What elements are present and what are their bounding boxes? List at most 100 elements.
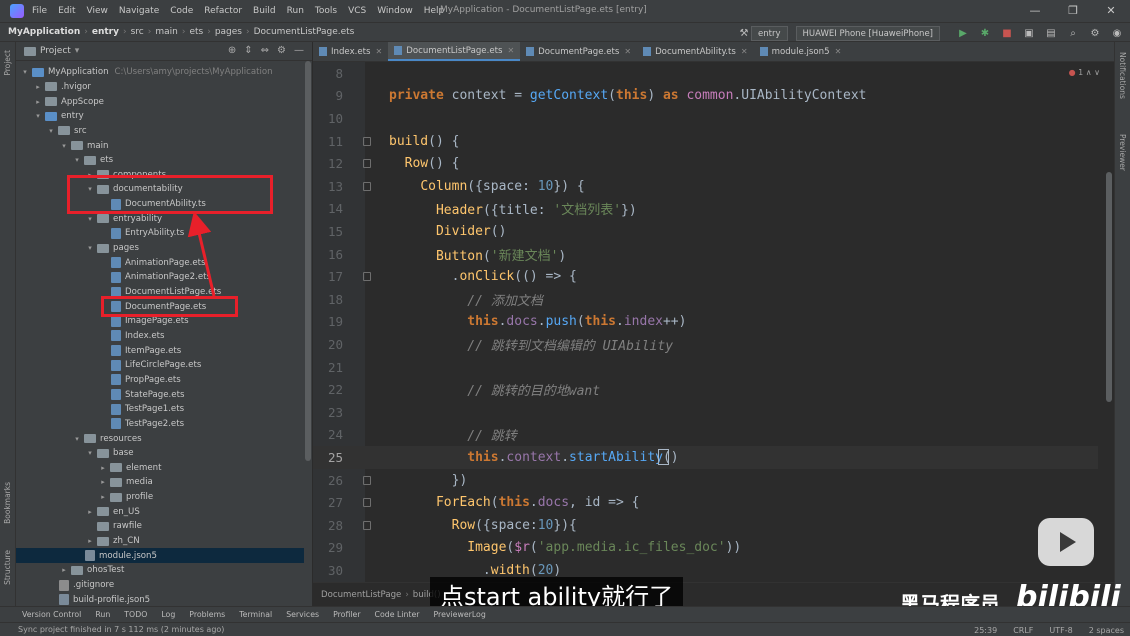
code-line[interactable]: 11 build() { [313,130,1098,153]
chevron-down-icon[interactable]: ▾ [85,215,95,223]
code-line[interactable]: 27 ForEach(this.docs, id => { [313,491,1098,514]
chevron-right-icon[interactable]: ▸ [98,464,108,472]
breadcrumb-item[interactable]: main [155,27,178,37]
tree-item[interactable]: ▸LifeCirclePage.ets [16,358,304,373]
code-line[interactable]: 9 private context = getContext(this) as c… [313,85,1098,108]
code-line[interactable]: 17 .onClick(() => { [313,265,1098,288]
chevron-right-icon[interactable]: ▸ [98,478,108,486]
tree-item[interactable]: ▸build-profile.json5 [16,592,304,605]
strip-project[interactable]: Project [3,50,12,76]
tree-item[interactable]: ▸rawfile [16,519,304,534]
code-line[interactable]: 26 }) [313,469,1098,492]
close-icon[interactable]: ✕ [835,47,842,56]
tree-item[interactable]: ▾ main [16,138,304,153]
chevron-right-icon[interactable]: ▸ [85,537,95,545]
chevron-right-icon[interactable]: ▸ [59,566,69,574]
account-icon[interactable]: ◉ [1110,26,1124,40]
menu-navigate[interactable]: Navigate [119,6,159,16]
tree-item[interactable]: ▸ element [16,461,304,476]
tree-item[interactable]: ▾ base [16,446,304,461]
chevron-right-icon[interactable]: ▸ [33,98,43,106]
menu-vcs[interactable]: VCS [348,6,366,16]
tool-previewerlog[interactable]: PreviewerLog [433,610,485,619]
fold-marker-icon[interactable] [363,159,371,169]
tree-item[interactable]: ▸ItemPage.ets [16,343,304,358]
menu-window[interactable]: Window [377,6,413,16]
tool-problems[interactable]: Problems [189,610,225,619]
debug-icon[interactable]: ✱ [978,26,992,40]
breadcrumb-item[interactable]: pages [215,27,242,37]
tree-item[interactable]: ▾ ets [16,153,304,168]
tool-services[interactable]: Services [286,610,319,619]
chevron-right-icon[interactable]: ▸ [33,83,43,91]
hide-icon[interactable]: — [294,45,304,56]
tree-item[interactable]: ▾ resources [16,431,304,446]
code-line[interactable]: 21 [313,356,1098,379]
chevron-down-icon[interactable]: ▾ [20,68,30,76]
gear-icon[interactable]: ⚙ [277,45,286,56]
tool-version-control[interactable]: Version Control [22,610,81,619]
stop-icon[interactable]: ■ [1000,26,1014,40]
tree-item[interactable]: ▸StatePage.ets [16,387,304,402]
fold-marker-icon[interactable] [363,521,371,530]
run-icon[interactable]: ▶ [956,26,970,40]
menu-code[interactable]: Code [170,6,193,16]
code-line[interactable]: 23 [313,401,1098,424]
tool-run[interactable]: Run [95,610,110,619]
tab-documentability-ts[interactable]: DocumentAbility.ts ✕ [637,42,754,61]
tree-item[interactable]: ▸ profile [16,490,304,505]
status-indent[interactable]: 2 spaces [1089,626,1124,635]
chevron-down-icon[interactable]: ▾ [85,449,95,457]
error-indicator[interactable]: ● 1 ∧ ∨ [1069,68,1100,77]
chevron-down-icon[interactable]: ▾ [72,156,82,164]
chevron-down-icon[interactable]: ▾ [75,46,80,56]
close-icon[interactable]: ✕ [376,47,383,56]
tree-item[interactable]: ▸TestPage1.ets [16,402,304,417]
tab-module-json5[interactable]: module.json5 ✕ [754,42,848,61]
menu-tools[interactable]: Tools [315,6,337,16]
close-button[interactable]: ✕ [1092,0,1130,22]
chevron-down-icon[interactable]: ▾ [59,142,69,150]
chevron-right-icon[interactable]: ▸ [85,508,95,516]
tree-item[interactable]: ▸EntryAbility.ts [16,226,304,241]
tool-todo[interactable]: TODO [124,610,147,619]
tool-terminal[interactable]: Terminal [239,610,272,619]
code-line[interactable]: 28 Row({space:10}){ [313,514,1098,537]
tab-documentpage-ets[interactable]: DocumentPage.ets ✕ [520,42,637,61]
chevron-right-icon[interactable]: ▸ [98,493,108,501]
tree-item[interactable]: ▸.gitignore [16,578,304,593]
tree-item[interactable]: ▸ media [16,475,304,490]
breadcrumb-component[interactable]: DocumentListPage [321,590,401,600]
strip-structure[interactable]: Structure [3,550,12,585]
device-select[interactable]: HUAWEI Phone [HuaweiPhone] [795,25,940,41]
strip-bookmarks[interactable]: Bookmarks [3,482,12,524]
chevron-down-icon[interactable]: ▾ [72,435,82,443]
tree-item[interactable]: ▾ src [16,124,304,139]
tree-item[interactable]: ▸ .hvigor [16,80,304,95]
code-area[interactable]: 8 9 private context = getContext(this) as … [313,62,1098,582]
hammer-icon[interactable]: ⚒ [737,26,751,40]
close-icon[interactable]: ✕ [507,46,514,55]
code-line[interactable]: 18 // 添加文档 [313,288,1098,311]
project-view-select[interactable]: Project [40,46,71,56]
tree-item[interactable]: ▸AnimationPage.ets [16,255,304,270]
strip-notifications[interactable]: Notifications [1118,52,1127,99]
search-icon[interactable]: ⌕ [1066,26,1080,40]
locate-icon[interactable]: ⊕ [228,45,236,56]
breadcrumb-item[interactable]: src [131,27,144,37]
scrollbar-thumb[interactable] [1106,172,1112,402]
fold-marker-icon[interactable] [363,272,371,282]
tree-item[interactable]: ▸ zh_CN [16,534,304,549]
code-line[interactable]: 10 [313,107,1098,130]
tree-item[interactable]: ▸Index.ets [16,329,304,344]
status-position[interactable]: 25:39 [974,626,997,635]
fold-marker-icon[interactable] [363,182,371,191]
code-line[interactable]: 12 Row() { [313,152,1098,175]
close-icon[interactable]: ✕ [741,47,748,56]
tab-index-ets[interactable]: Index.ets ✕ [313,42,388,61]
code-line[interactable]: 19 this.docs.push(this.index++) [313,311,1098,334]
tool-code-linter[interactable]: Code Linter [375,610,420,619]
code-line[interactable]: 25 this.context.startAbility() [313,446,1098,469]
code-line[interactable]: 14 Header({title: '文档列表'}) [313,198,1098,221]
device-manager-icon[interactable]: ▣ [1022,26,1036,40]
